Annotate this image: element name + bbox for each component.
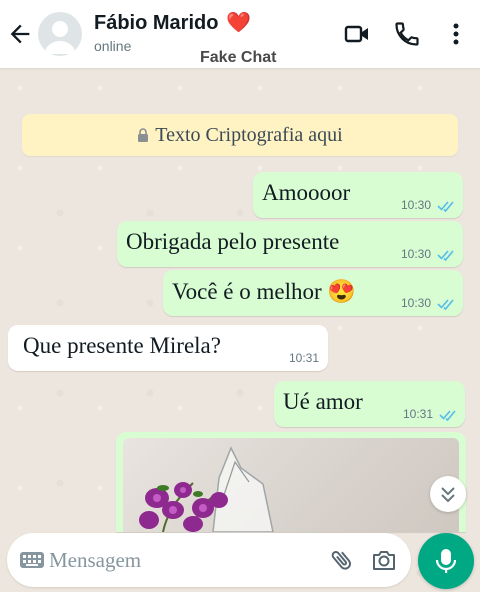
message-text: Ué amor [283, 389, 363, 414]
double-check-read-icon [437, 299, 454, 310]
message-input[interactable] [49, 545, 309, 575]
double-chevron-down-icon [441, 487, 455, 503]
contact-status: online [94, 38, 132, 54]
message-composer [7, 533, 411, 587]
encryption-text: Texto Criptografia aqui [155, 123, 343, 146]
mic-icon [435, 549, 457, 573]
contact-name-text: Fábio Marido [94, 12, 219, 34]
orchid-photo[interactable] [123, 438, 459, 532]
watermark-label: Fake Chat [200, 49, 277, 66]
message-time: 10:31 [402, 407, 433, 421]
attach-icon[interactable] [329, 547, 355, 573]
back-arrow-icon[interactable] [6, 20, 34, 48]
message-time: 10:30 [400, 296, 431, 310]
video-call-icon[interactable] [343, 20, 371, 48]
message-bubble-incoming[interactable]: Que presente Mirela? 10:31 [8, 325, 328, 371]
more-vert-icon[interactable] [442, 20, 470, 48]
contact-name[interactable]: Fábio Marido ❤️ [94, 10, 251, 35]
scroll-down-button[interactable] [430, 476, 466, 512]
camera-icon[interactable] [371, 547, 397, 573]
heart-emoji: ❤️ [226, 12, 251, 34]
message-text: Obrigada pelo presente [126, 229, 340, 254]
phone-icon[interactable] [393, 20, 421, 48]
message-bubble-outgoing[interactable]: Você é o melhor 😍 10:30 [163, 270, 463, 316]
image-message-bubble[interactable] [116, 432, 466, 532]
message-time: 10:31 [288, 351, 319, 365]
message-bubble-outgoing[interactable]: Obrigada pelo presente 10:30 [117, 221, 463, 267]
mic-button[interactable] [418, 533, 474, 589]
double-check-read-icon [437, 250, 454, 261]
message-bubble-outgoing[interactable]: Amoooor 10:30 [253, 172, 463, 218]
message-bubble-outgoing[interactable]: Ué amor 10:31 [274, 381, 465, 427]
avatar[interactable] [38, 12, 82, 56]
message-text: Você é o melhor 😍 [172, 279, 357, 304]
chat-header: Fábio Marido ❤️ online Fake Chat [0, 0, 480, 68]
message-time: 10:30 [400, 198, 431, 212]
double-check-read-icon [437, 201, 454, 212]
keyboard-icon[interactable] [19, 550, 45, 570]
message-time: 10:30 [400, 247, 431, 261]
encryption-banner[interactable]: Texto Criptografia aqui [22, 114, 458, 156]
lock-icon [138, 128, 149, 142]
double-check-read-icon [439, 410, 456, 421]
message-text: Que presente Mirela? [23, 333, 221, 358]
message-text: Amoooor [262, 180, 351, 205]
